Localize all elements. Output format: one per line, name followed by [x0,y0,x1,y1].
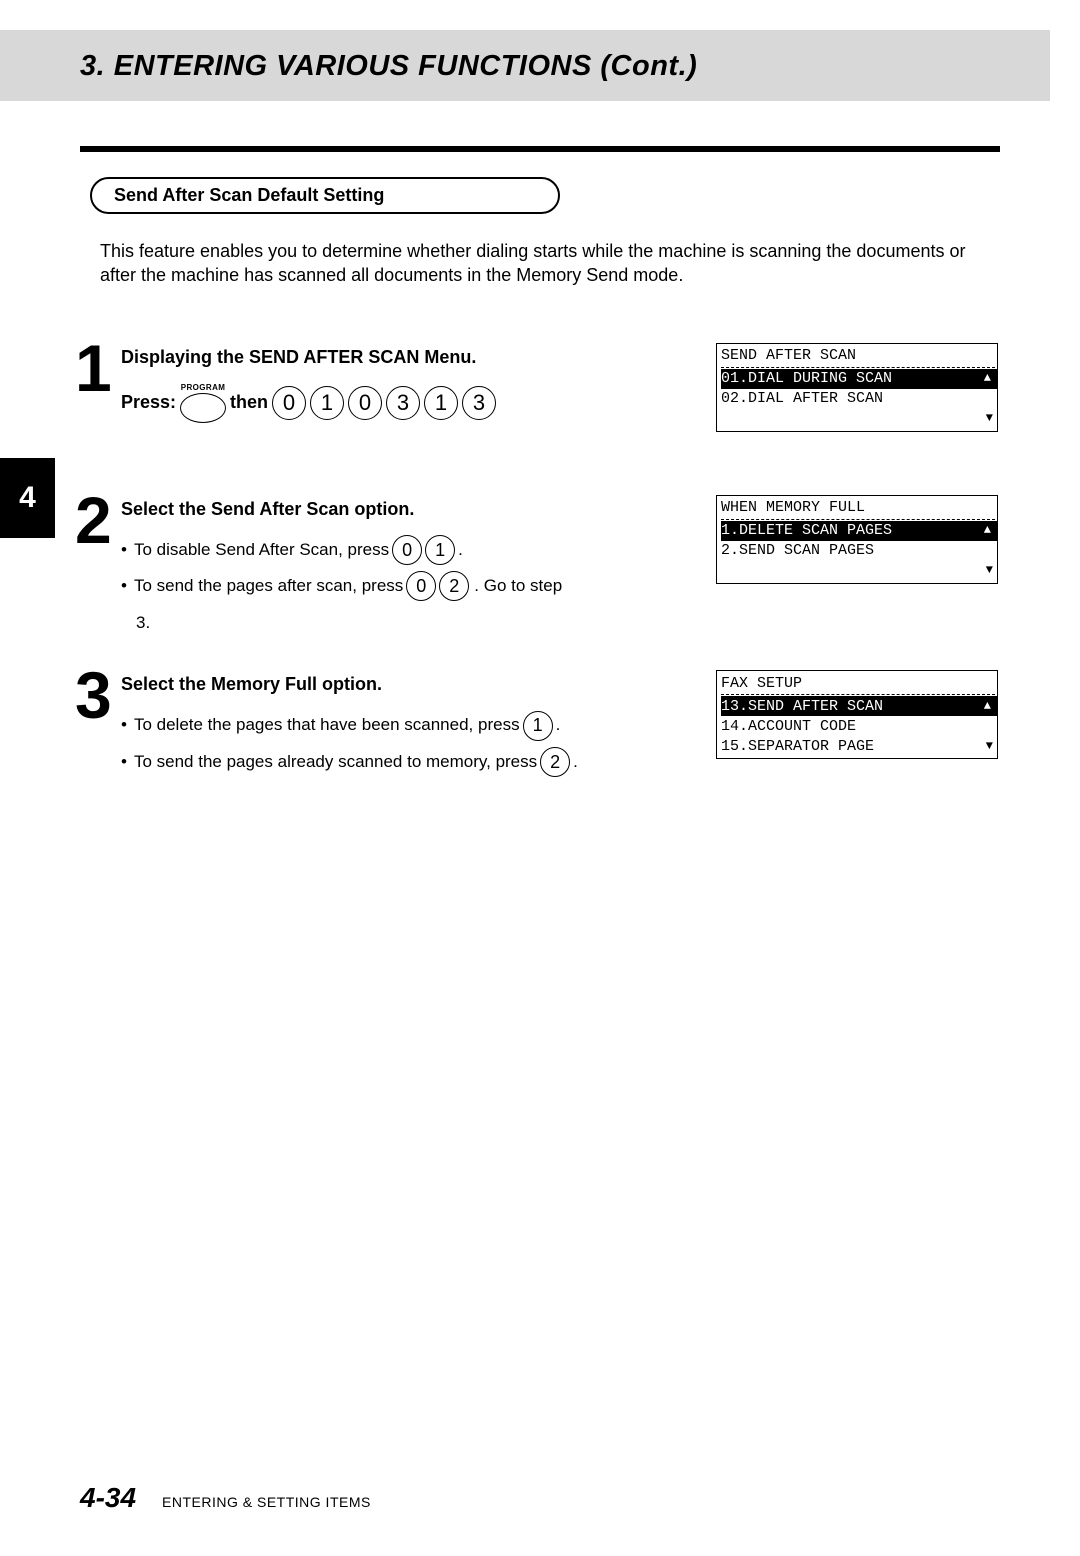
down-arrow-icon: ▼ [986,411,997,427]
b2-pre: To send the pages after scan, press [134,571,403,602]
key-1: 1 [425,535,455,565]
lcd2-line3: 2.SEND SCAN PAGES [721,541,997,561]
key-0: 0 [392,535,422,565]
key-0: 0 [272,386,306,420]
lcd-1: SEND AFTER SCAN 01.DIAL DURING SCAN▲ 02.… [716,343,998,432]
key-2: 2 [439,571,469,601]
step-3-bullet-1: • To delete the pages that have been sca… [121,710,696,741]
up-arrow-icon: ▲ [984,523,995,539]
step-1-press: Press: PROGRAM then 0 1 0 3 1 3 [121,383,696,423]
step-2-title: Select the Send After Scan option. [121,499,696,520]
step-3-title: Select the Memory Full option. [121,674,696,695]
step-2-bullet-1: • To disable Send After Scan, press 0 1 … [121,535,696,566]
step-3: 3 Select the Memory Full option. • To de… [75,670,696,783]
step-number: 2 [75,489,121,552]
then-label: then [230,392,268,413]
page-number: 4-34 [80,1482,136,1514]
step-2-bullet-2: • To send the pages after scan, press 0 … [121,571,696,602]
down-arrow-icon: ▼ [986,739,997,755]
lcd1-line1: SEND AFTER SCAN [721,346,997,366]
press-label: Press: [121,392,176,413]
chapter-tab: 4 [0,458,55,538]
b2-line2: 3. [136,608,150,639]
step-1: 1 Displaying the SEND AFTER SCAN Menu. P… [75,343,696,423]
step-3-bullet-2: • To send the pages already scanned to m… [121,747,696,778]
step-number: 3 [75,664,121,727]
key-0b: 0 [348,386,382,420]
program-key-label: PROGRAM [181,383,226,392]
section-pill: Send After Scan Default Setting [90,177,560,214]
b1-pre: To disable Send After Scan, press [134,535,389,566]
lcd3-line4: 15.SEPARATOR PAGE [721,737,986,757]
key-1: 1 [310,386,344,420]
content-column: 1 Displaying the SEND AFTER SCAN Menu. P… [75,343,1080,810]
program-key: PROGRAM [180,383,226,423]
lcd1-line3: 02.DIAL AFTER SCAN [721,389,997,409]
lcd3-line3: 14.ACCOUNT CODE [721,717,997,737]
lcd1-line2: 01.DIAL DURING SCAN [721,369,984,389]
step-2: 2 Select the Send After Scan option. • T… [75,495,696,645]
header-title: 3. ENTERING VARIOUS FUNCTIONS (Cont.) [80,50,1020,83]
step-number: 1 [75,337,121,400]
divider [80,146,1000,152]
lcd-2: WHEN MEMORY FULL 1.DELETE SCAN PAGES▲ 2.… [716,495,998,584]
lcd3-line2: 13.SEND AFTER SCAN [721,697,984,717]
lcd2-line1: WHEN MEMORY FULL [721,498,997,518]
key-2: 2 [540,747,570,777]
page-footer: 4-34 ENTERING & SETTING ITEMS [80,1482,371,1514]
down-arrow-icon: ▼ [986,563,997,579]
lcd3-line1: FAX SETUP [721,674,997,694]
intro-text: This feature enables you to determine wh… [100,239,1000,288]
b2-pre: To send the pages already scanned to mem… [134,747,537,778]
pill-label: Send After Scan Default Setting [114,185,384,205]
up-arrow-icon: ▲ [984,371,995,387]
step-1-title: Displaying the SEND AFTER SCAN Menu. [121,347,696,368]
body-row: 4 1 Displaying the SEND AFTER SCAN Menu.… [0,343,1080,810]
lcd-3: FAX SETUP 13.SEND AFTER SCAN▲ 14.ACCOUNT… [716,670,998,759]
step-2-bullet-2b: 3. [121,608,696,639]
key-3b: 3 [462,386,496,420]
b2-post: . Go to step [474,571,562,602]
key-1: 1 [523,711,553,741]
key-0b: 0 [406,571,436,601]
key-1b: 1 [424,386,458,420]
key-3: 3 [386,386,420,420]
program-key-shape [180,393,226,423]
b1-pre: To delete the pages that have been scann… [134,710,520,741]
page-header: 3. ENTERING VARIOUS FUNCTIONS (Cont.) [0,30,1050,101]
lcd2-line2: 1.DELETE SCAN PAGES [721,521,984,541]
footer-section: ENTERING & SETTING ITEMS [162,1494,371,1510]
up-arrow-icon: ▲ [984,699,995,715]
